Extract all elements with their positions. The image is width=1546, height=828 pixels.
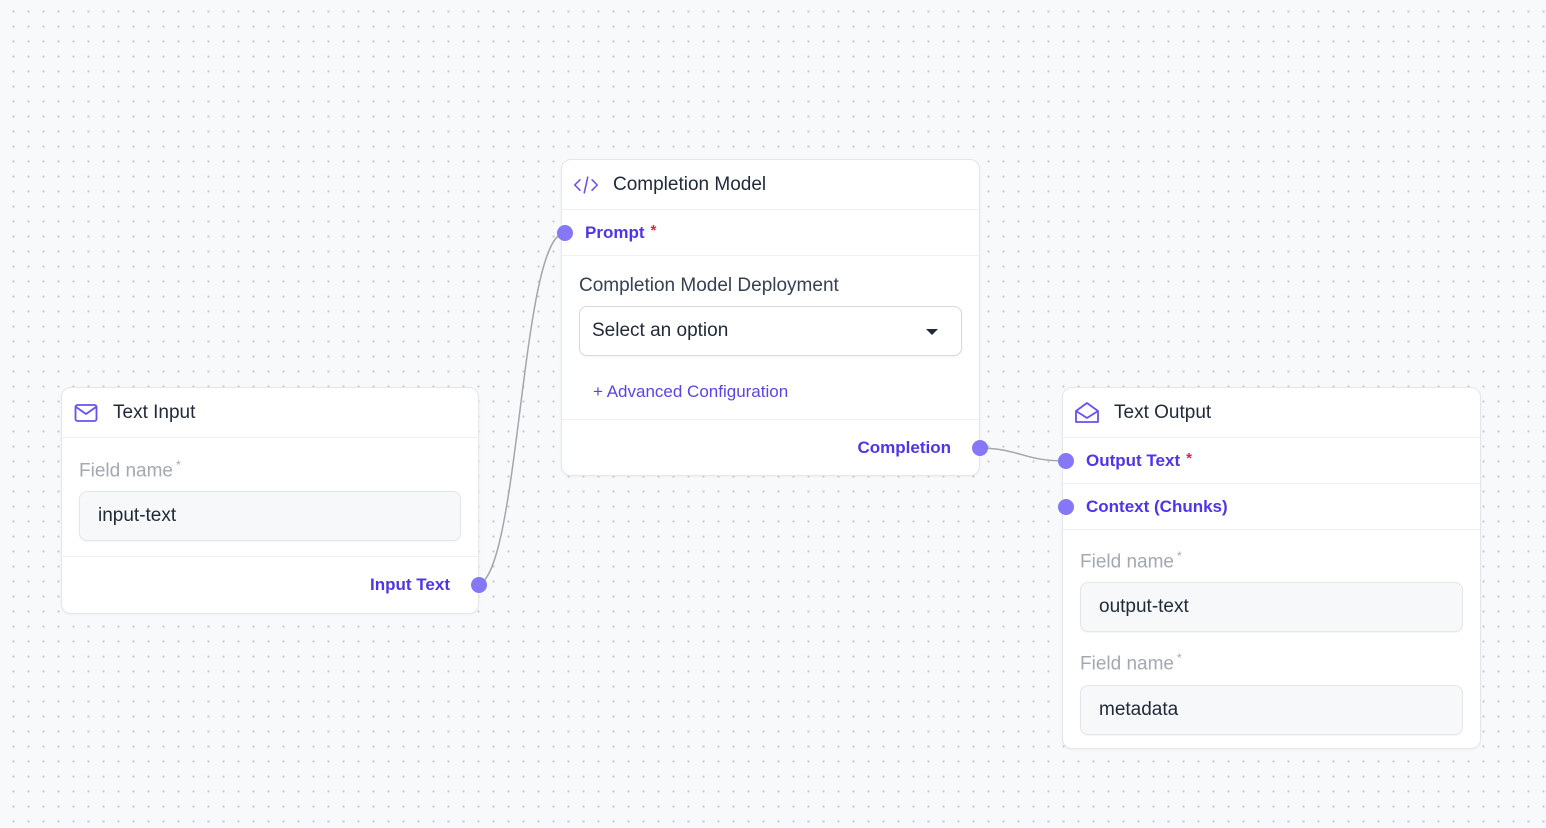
port-label-context: Context (Chunks) xyxy=(1086,496,1228,516)
edge-input-to-prompt[interactable] xyxy=(475,232,566,586)
advanced-configuration-link[interactable]: + Advanced Configuration xyxy=(579,382,962,402)
output-handle-input-text[interactable] xyxy=(471,577,487,593)
field-label: Field name * xyxy=(79,458,461,482)
field-label-text: Field name xyxy=(1080,551,1174,573)
port-label-output-text: Output Text xyxy=(1086,450,1181,470)
completion-model-node[interactable]: Completion Model Prompt * Completion Mod… xyxy=(557,159,988,476)
input-port-row: Prompt * xyxy=(557,210,979,256)
required-marker: * xyxy=(1186,450,1192,467)
field-name-value: input-text xyxy=(98,505,177,527)
mail-open-icon xyxy=(1074,400,1100,426)
required-marker: * xyxy=(176,458,181,472)
input-handle-prompt[interactable] xyxy=(557,225,573,241)
field-label-text: Field name xyxy=(1080,653,1174,675)
input-port-row-context: Context (Chunks) xyxy=(1058,484,1480,530)
required-marker: * xyxy=(1177,651,1182,666)
input-handle-context[interactable] xyxy=(1058,499,1074,515)
text-output-node[interactable]: Text Output Output Text * Context (Chunk… xyxy=(1058,387,1481,749)
port-label-input-text: Input Text xyxy=(370,575,450,594)
field-name-input-metadata[interactable]: metadata xyxy=(1080,684,1463,735)
field-name-input-output-text[interactable]: output-text xyxy=(1080,582,1463,633)
required-marker: * xyxy=(650,222,657,239)
output-port-row: Input Text xyxy=(62,557,487,613)
input-handle-output-text[interactable] xyxy=(1058,453,1074,469)
node-title: Completion Model xyxy=(613,173,767,195)
field-label: Field name * xyxy=(1080,651,1463,675)
node-title: Text Input xyxy=(113,401,196,423)
field-label: Field name * xyxy=(1080,549,1463,573)
node-header[interactable]: Text Input xyxy=(62,388,478,438)
node-header[interactable]: Text Output xyxy=(1063,388,1480,438)
port-label-prompt: Prompt xyxy=(585,222,645,242)
output-handle-completion[interactable] xyxy=(972,440,988,456)
node-title: Text Output xyxy=(1114,401,1212,423)
code-icon xyxy=(573,172,599,198)
field-label-text: Field name xyxy=(79,460,173,482)
node-header[interactable]: Completion Model xyxy=(562,160,979,210)
field-name-value: output-text xyxy=(1099,596,1189,618)
text-input-node[interactable]: Text Input Field name * input-text Input … xyxy=(61,387,487,614)
mail-icon xyxy=(73,400,99,426)
port-label-completion: Completion xyxy=(857,438,952,457)
caret-down-icon xyxy=(925,320,939,342)
output-port-row: Completion xyxy=(562,420,988,476)
deployment-select[interactable]: Select an option xyxy=(579,306,962,356)
deployment-label: Completion Model Deployment xyxy=(579,275,839,296)
input-port-row-output-text: Output Text * xyxy=(1058,438,1480,484)
select-value: Select an option xyxy=(592,320,729,341)
edge-completion-to-output[interactable] xyxy=(976,447,1067,462)
field-name-value: metadata xyxy=(1099,698,1179,720)
field-name-input[interactable]: input-text xyxy=(79,491,461,542)
required-marker: * xyxy=(1177,549,1182,563)
